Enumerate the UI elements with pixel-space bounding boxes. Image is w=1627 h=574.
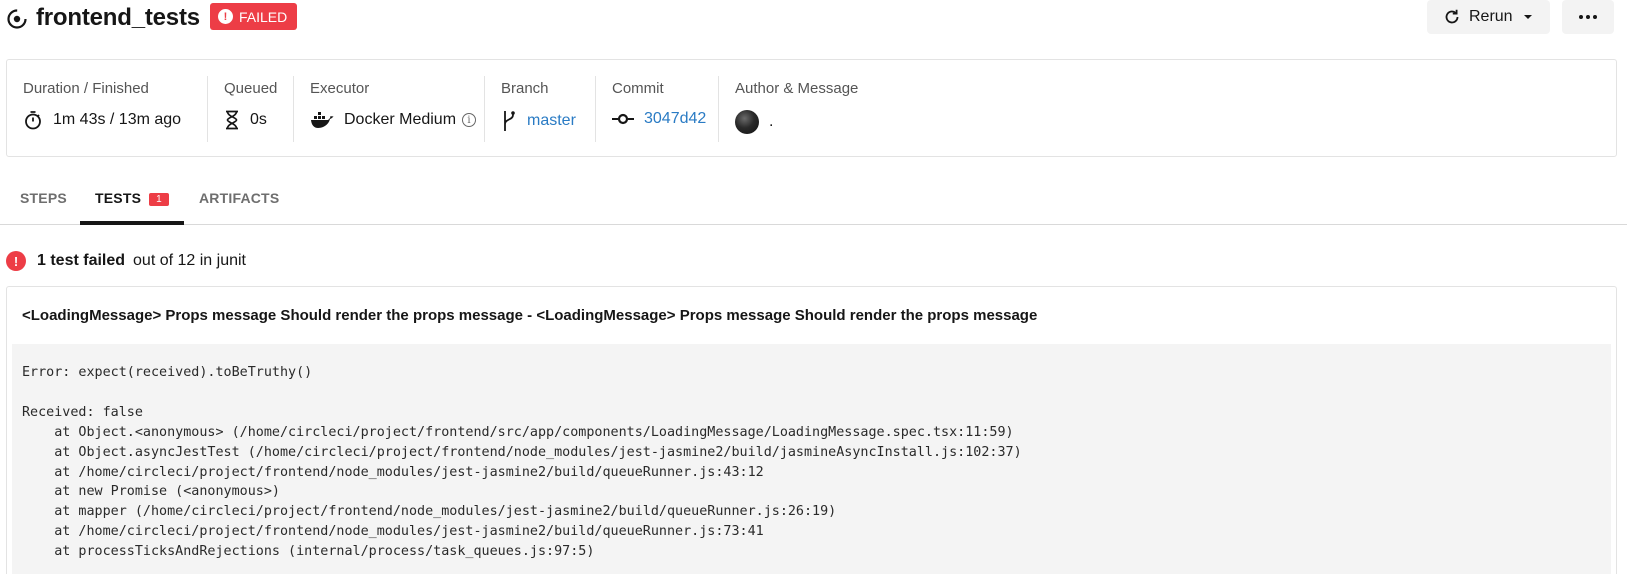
failed-test-card: <LoadingMessage> Props message Should re… — [6, 286, 1617, 574]
executor-value: Docker Medium — [344, 111, 457, 128]
docker-icon — [311, 112, 334, 128]
job-details-card: Duration / Finished 1m 43s / 13m ago Que… — [6, 59, 1617, 157]
stopwatch-icon — [25, 111, 41, 130]
test-name: <LoadingMessage> Props message Should re… — [22, 307, 1038, 324]
tab-steps[interactable]: STEPS — [20, 190, 67, 206]
avatar[interactable] — [735, 110, 759, 134]
hourglass-icon — [226, 110, 238, 130]
branch-link[interactable]: master — [527, 112, 576, 130]
commit-icon — [612, 113, 634, 125]
executor-section: Executor Docker Medium i — [293, 76, 484, 142]
author-section: Author & Message . — [718, 76, 918, 142]
stack-trace: Error: expect(received).toBeTruthy() Rec… — [22, 365, 1022, 560]
error-icon: ! — [6, 251, 26, 271]
more-options-button[interactable] — [1562, 0, 1614, 34]
tab-tests-label: TESTS — [95, 190, 142, 206]
tests-count-badge: 1 — [149, 193, 169, 206]
tab-tests[interactable]: TESTS 1 — [95, 190, 169, 206]
commit-section: Commit 3047d42 — [595, 76, 718, 142]
rerun-label: Rerun — [1469, 8, 1513, 25]
commit-message: . — [769, 113, 774, 130]
active-tab-indicator — [80, 221, 184, 225]
test-summary: ! 1 test failed out of 12 in junit — [6, 251, 246, 271]
job-status-icon — [7, 9, 27, 29]
status-badge: ! FAILED — [210, 3, 298, 30]
info-icon[interactable]: i — [462, 113, 477, 127]
rerun-button[interactable]: Rerun — [1427, 0, 1550, 34]
queued-value: 0s — [250, 111, 267, 128]
queued-section: Queued 0s — [207, 76, 293, 142]
commit-link[interactable]: 3047d42 — [644, 110, 706, 128]
alert-icon: ! — [218, 9, 233, 24]
tab-artifacts[interactable]: ARTIFACTS — [199, 190, 279, 206]
summary-detail: out of 12 in junit — [133, 252, 246, 269]
branch-section: Branch master — [484, 76, 595, 142]
duration-value: 1m 43s / 13m ago — [53, 111, 182, 128]
status-badge-label: FAILED — [239, 8, 288, 25]
job-tabs: STEPS TESTS 1 ARTIFACTS — [0, 178, 1627, 225]
job-header: frontend_tests ! FAILED Rerun — [0, 0, 1627, 40]
branch-icon — [504, 111, 515, 131]
error-output: Error: expect(received).toBeTruthy() Rec… — [12, 344, 1611, 574]
page-title: frontend_tests — [36, 4, 200, 31]
refresh-icon — [1445, 9, 1459, 24]
more-dots-icon — [1579, 15, 1597, 19]
duration-section: Duration / Finished 1m 43s / 13m ago — [23, 80, 182, 130]
failed-count: 1 test failed — [37, 252, 126, 269]
caret-down-icon — [1523, 15, 1532, 19]
